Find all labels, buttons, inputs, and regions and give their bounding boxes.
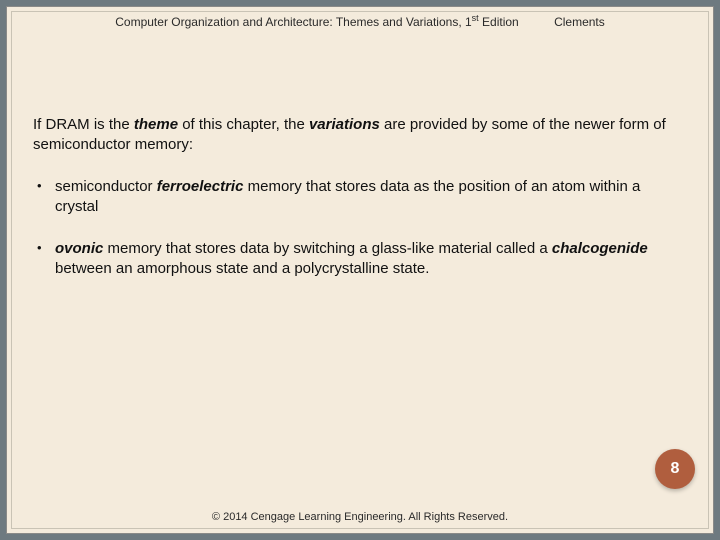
slide: Computer Organization and Architecture: … <box>0 0 720 540</box>
page-number: 8 <box>671 460 680 478</box>
book-title-super: st <box>472 13 479 23</box>
book-title-suffix: Edition <box>479 15 519 29</box>
bullet2-keyword-2: chalcogenide <box>552 240 648 257</box>
list-item: semiconductor ferroelectric memory that … <box>33 177 687 217</box>
list-item: ovonic memory that stores data by switch… <box>33 239 687 279</box>
intro-paragraph: If DRAM is the theme of this chapter, th… <box>33 115 687 155</box>
bullet2-text-1: memory that stores data by switching a g… <box>103 240 552 257</box>
book-title-prefix: Computer Organization and Architecture: … <box>115 15 471 29</box>
bullet2-keyword-1: ovonic <box>55 240 103 257</box>
bullet-list: semiconductor ferroelectric memory that … <box>33 177 687 279</box>
slide-body: If DRAM is the theme of this chapter, th… <box>33 115 687 301</box>
slide-frame: Computer Organization and Architecture: … <box>6 6 714 534</box>
slide-header: Computer Organization and Architecture: … <box>7 13 713 29</box>
author-name: Clements <box>554 15 605 29</box>
intro-keyword-variations: variations <box>309 116 380 133</box>
intro-text-2: of this chapter, the <box>178 116 309 133</box>
bullet1-text-1: semiconductor <box>55 178 157 195</box>
intro-keyword-theme: theme <box>134 116 178 133</box>
copyright-line: © 2014 Cengage Learning Engineering. All… <box>7 511 713 523</box>
bullet2-text-2: between an amorphous state and a polycry… <box>55 260 429 277</box>
bullet1-keyword: ferroelectric <box>157 178 244 195</box>
intro-text-1: If DRAM is the <box>33 116 134 133</box>
page-number-badge: 8 <box>655 449 695 489</box>
